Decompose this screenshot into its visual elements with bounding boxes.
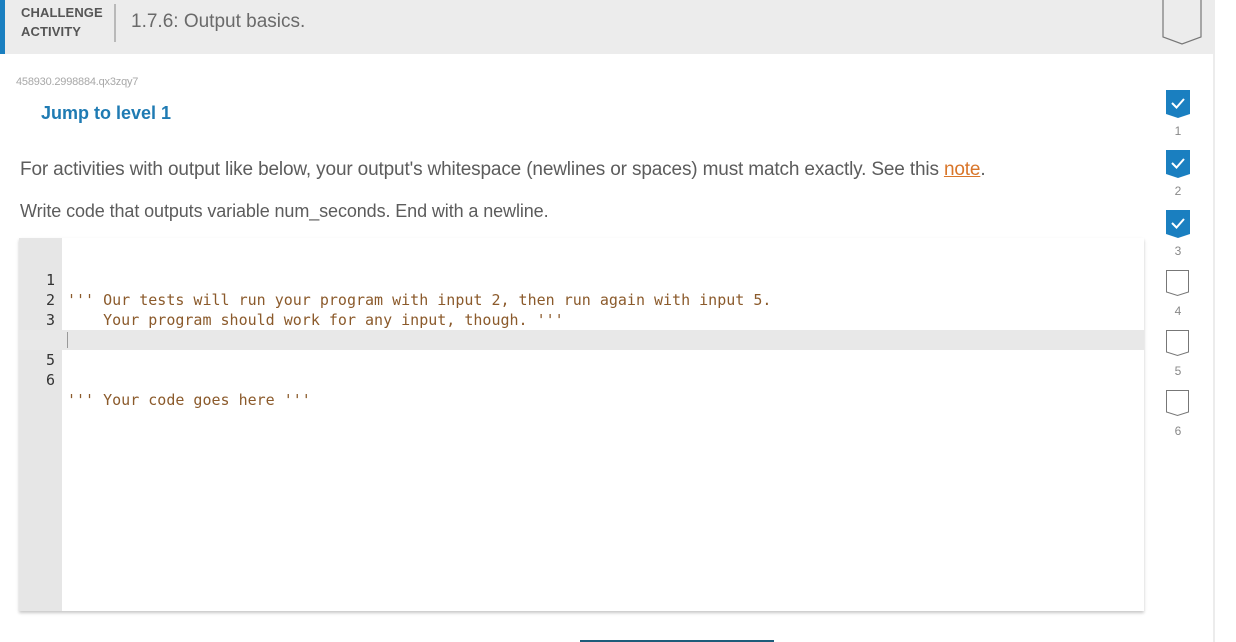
code-line[interactable]: 2 Your program should work for any input… <box>19 270 1144 329</box>
page-right-border <box>1213 0 1215 642</box>
level-2[interactable]: 2 <box>1164 150 1194 210</box>
code-line[interactable]: 1 ''' Our tests will run your program wi… <box>19 250 1144 309</box>
editor-lines[interactable]: 1 ''' Our tests will run your program wi… <box>19 250 1144 409</box>
whitespace-instruction-text: For activities with output like below, y… <box>20 159 944 180</box>
note-link[interactable]: note <box>944 159 981 180</box>
activity-title: 1.7.6: Output basics. <box>131 11 306 32</box>
activity-id: 458930.2998884.qx3zqy7 <box>16 76 139 88</box>
checkmark-icon <box>1166 150 1190 178</box>
activity-kind-line1: CHALLENGE <box>21 5 103 20</box>
level-number: 2 <box>1174 184 1182 198</box>
code-line[interactable]: 6 <box>19 350 1144 389</box>
level-number: 1 <box>1174 124 1182 138</box>
empty-shield-icon <box>1166 330 1189 357</box>
whitespace-instruction: For activities with output like below, y… <box>20 159 986 181</box>
text-cursor <box>67 332 68 348</box>
level-4[interactable]: 4 <box>1164 270 1194 330</box>
code-line-active[interactable]: 5 ''' Your code goes here ''' <box>19 330 1144 409</box>
header-divider <box>114 4 116 42</box>
whitespace-instruction-end: . <box>980 159 986 180</box>
level-3[interactable]: 3 <box>1164 210 1194 270</box>
code-line[interactable]: 4 <box>19 310 1144 349</box>
empty-shield-icon <box>1166 270 1189 297</box>
activity-kind-label: CHALLENGE ACTIVITY <box>21 3 103 41</box>
completion-badge <box>1162 0 1202 46</box>
checkmark-icon <box>1166 210 1190 238</box>
level-number: 6 <box>1174 424 1182 438</box>
line-number: 6 <box>45 371 55 389</box>
task-instruction: Write code that outputs variable num_sec… <box>20 201 549 221</box>
empty-shield-icon <box>1162 0 1202 45</box>
level-number: 4 <box>1174 304 1182 318</box>
checkmark-icon <box>1166 90 1190 118</box>
level-1[interactable]: 1 <box>1164 90 1194 150</box>
level-6[interactable]: 6 <box>1164 390 1194 450</box>
header-accent-bar <box>0 0 5 54</box>
level-number: 3 <box>1174 244 1182 258</box>
jump-to-level-link[interactable]: Jump to level 1 <box>41 103 171 124</box>
activity-kind-line2: ACTIVITY <box>21 24 82 39</box>
empty-shield-icon <box>1166 390 1189 417</box>
level-5[interactable]: 5 <box>1164 330 1194 390</box>
level-number: 5 <box>1174 364 1182 378</box>
challenge-activity-page: CHALLENGE ACTIVITY 1.7.6: Output basics.… <box>0 0 1213 642</box>
code-line[interactable]: 3 num_seconds = input() <box>19 290 1144 349</box>
activity-header: CHALLENGE ACTIVITY 1.7.6: Output basics. <box>0 0 1213 54</box>
code-editor[interactable]: 1 ''' Our tests will run your program wi… <box>19 238 1144 611</box>
code-text[interactable]: ''' Your code goes here ''' <box>67 390 311 410</box>
